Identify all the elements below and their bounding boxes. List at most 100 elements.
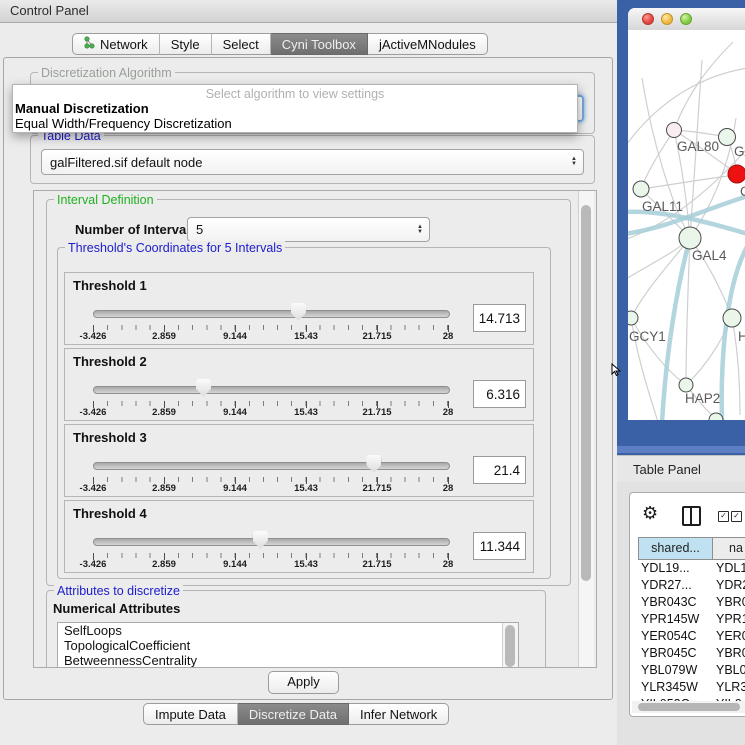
- slider-handle[interactable]: [196, 379, 211, 397]
- threshold-title: Threshold 3: [73, 430, 147, 445]
- network-node[interactable]: [628, 311, 638, 325]
- table-cell[interactable]: YDR27...: [638, 577, 713, 594]
- column-header-name[interactable]: na: [713, 537, 745, 560]
- minimize-traffic-light-icon[interactable]: [661, 13, 673, 25]
- slider-track[interactable]: [93, 462, 450, 470]
- threshold-slider[interactable]: -3.4262.8599.14415.4321.71528: [93, 455, 448, 493]
- network-edge[interactable]: [641, 130, 674, 189]
- table-row[interactable]: YDL19...YDL1: [638, 560, 745, 577]
- node-label: HAP2: [685, 391, 720, 406]
- tick-label: 9.144: [223, 331, 247, 342]
- table-row[interactable]: YLR345WYLR3: [638, 679, 745, 696]
- threshold-value-field[interactable]: 14.713: [473, 304, 526, 332]
- settings-scrollbar[interactable]: [578, 191, 594, 667]
- tab-infer-network[interactable]: Infer Network: [349, 703, 449, 725]
- numerical-attributes-list[interactable]: SelfLoopsTopologicalCoefficientBetweenne…: [57, 622, 519, 668]
- scrollbar-thumb[interactable]: [505, 625, 515, 667]
- gear-icon[interactable]: ⚙: [642, 503, 658, 524]
- slider-ticks: [93, 325, 448, 330]
- network-node[interactable]: [679, 378, 693, 392]
- zoom-traffic-light-icon[interactable]: [680, 13, 692, 25]
- table-cell[interactable]: YBR0: [713, 645, 745, 662]
- table-horizontal-scrollbar[interactable]: [632, 701, 745, 713]
- column-header-shared-name[interactable]: shared...: [638, 537, 713, 560]
- network-node[interactable]: [667, 123, 682, 138]
- tab-impute-data[interactable]: Impute Data: [143, 703, 238, 725]
- tab-select[interactable]: Select: [212, 33, 271, 55]
- tab-label: Infer Network: [360, 707, 437, 722]
- table-row[interactable]: YPR145WYPR1: [638, 611, 745, 628]
- threshold-value-field[interactable]: 21.4: [473, 456, 526, 484]
- threshold-slider[interactable]: -3.4262.8599.14415.4321.71528: [93, 303, 448, 341]
- slider-track[interactable]: [93, 310, 450, 318]
- network-canvas[interactable]: GAL80GACGAL11GAL4GCY1HHAP2: [628, 30, 745, 420]
- table-cell[interactable]: YLR3: [713, 679, 745, 696]
- slider-handle[interactable]: [366, 455, 381, 473]
- tab-label: jActiveMNodules: [379, 37, 476, 52]
- table-data-combobox[interactable]: galFiltered.sif default node ▲▼: [41, 149, 584, 175]
- table-cell[interactable]: YBR043C: [638, 594, 713, 611]
- table-row[interactable]: YBR043CYBR0: [638, 594, 745, 611]
- tab-discretize-data[interactable]: Discretize Data: [238, 703, 349, 725]
- table-cell[interactable]: YDL19...: [638, 560, 713, 577]
- number-of-intervals-combobox[interactable]: 5 ▲▼: [187, 217, 430, 242]
- attribute-list-item[interactable]: TopologicalCoefficient: [58, 638, 518, 653]
- close-traffic-light-icon[interactable]: [642, 13, 654, 25]
- table-row[interactable]: YDR27...YDR2: [638, 577, 745, 594]
- table-row[interactable]: YER054CYER0: [638, 628, 745, 645]
- network-node[interactable]: [723, 309, 741, 327]
- algorithm-dropdown-popup: Select algorithm to view settings Manual…: [12, 84, 578, 133]
- table-cell[interactable]: YBL079W: [638, 662, 713, 679]
- network-node[interactable]: [679, 227, 701, 249]
- scrollbar-thumb[interactable]: [638, 703, 740, 711]
- table-cell[interactable]: YDR2: [713, 577, 745, 594]
- slider-track[interactable]: [93, 538, 450, 546]
- table-cell[interactable]: YER054C: [638, 628, 713, 645]
- checkbox-icon[interactable]: ✓: [731, 511, 742, 522]
- threshold-title: Threshold 1: [73, 278, 147, 293]
- checkbox-icon[interactable]: ✓: [718, 511, 729, 522]
- apply-button[interactable]: Apply: [268, 671, 339, 694]
- table-row[interactable]: YBL079WYBL0: [638, 662, 745, 679]
- dropdown-option-manual-discretization[interactable]: Manual Discretization: [15, 101, 149, 116]
- stepper-arrows-icon: ▲▼: [417, 225, 423, 235]
- threshold-slider[interactable]: -3.4262.8599.14415.4321.71528: [93, 531, 448, 569]
- threshold-value-field[interactable]: 6.316: [473, 380, 526, 408]
- table-cell[interactable]: YBR045C: [638, 645, 713, 662]
- table-cell[interactable]: YPR145W: [638, 611, 713, 628]
- table-cell[interactable]: YPR1: [713, 611, 745, 628]
- tab-network[interactable]: Network: [72, 33, 160, 55]
- table-data-group: Table Data galFiltered.sif default node …: [30, 135, 595, 184]
- table-cell[interactable]: YDL1: [713, 560, 745, 577]
- threshold-slider[interactable]: -3.4262.8599.14415.4321.71528: [93, 379, 448, 417]
- table-cell[interactable]: YER0: [713, 628, 745, 645]
- tab-style[interactable]: Style: [160, 33, 212, 55]
- network-window[interactable]: GAL80GACGAL11GAL4GCY1HHAP2: [628, 8, 745, 420]
- network-node[interactable]: [633, 181, 649, 197]
- slider-handle[interactable]: [291, 303, 306, 321]
- network-node[interactable]: [719, 129, 736, 146]
- scrollbar-thumb[interactable]: [581, 205, 591, 581]
- threshold-panel: Threshold 4 -3.4262.8599.14415.4321.7152…: [64, 500, 534, 573]
- columns-icon[interactable]: [682, 506, 701, 526]
- table-row[interactable]: YBR045CYBR0: [638, 645, 745, 662]
- threshold-value-field[interactable]: 11.344: [473, 532, 526, 560]
- table-cell[interactable]: YBL0: [713, 662, 745, 679]
- table-cell[interactable]: YLR345W: [638, 679, 713, 696]
- dropdown-option-equal-width-frequency[interactable]: Equal Width/Frequency Discretization: [15, 116, 232, 131]
- threshold-panel: Threshold 3 -3.4262.8599.14415.4321.7152…: [64, 424, 534, 497]
- tab-cyni-toolbox[interactable]: Cyni Toolbox: [271, 33, 368, 55]
- network-edge[interactable]: [674, 42, 733, 130]
- slider-handle[interactable]: [253, 531, 268, 549]
- attribute-list-item[interactable]: BetweennessCentrality: [58, 653, 518, 668]
- tab-label: Cyni Toolbox: [282, 37, 356, 52]
- network-node[interactable]: [728, 165, 745, 183]
- tab-jactivemnodules[interactable]: jActiveMNodules: [368, 33, 488, 55]
- slider-track[interactable]: [93, 386, 450, 394]
- node-table: shared... na YDL19...YDL1YDR27...YDR2YBR…: [638, 537, 745, 713]
- table-cell[interactable]: YBR0: [713, 594, 745, 611]
- attribute-list-item[interactable]: SelfLoops: [58, 623, 518, 638]
- attributes-scrollbar[interactable]: [502, 623, 518, 668]
- tick-label: 15.43: [294, 331, 318, 342]
- dropdown-hint-option[interactable]: Select algorithm to view settings: [13, 87, 577, 101]
